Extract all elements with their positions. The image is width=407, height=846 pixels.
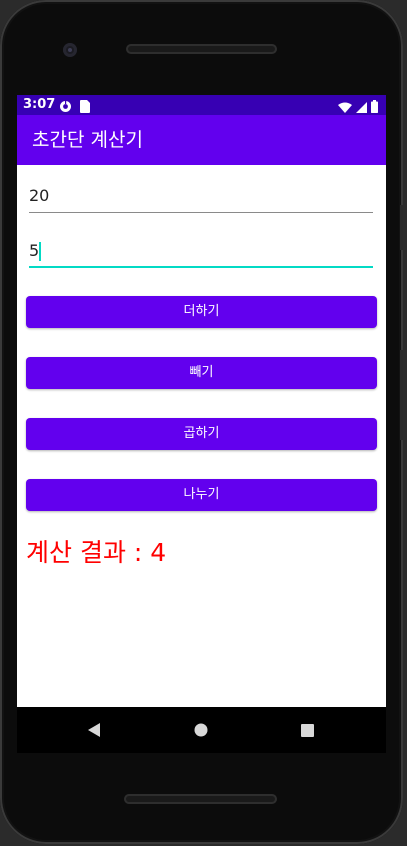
- status-bar: 3:07: [17, 95, 386, 115]
- second-number-input[interactable]: [29, 236, 373, 266]
- navigation-bar: [17, 707, 386, 753]
- front-camera: [63, 43, 77, 57]
- bottom-speaker: [124, 794, 277, 804]
- add-button[interactable]: 더하기: [26, 296, 377, 328]
- volume-button: [400, 350, 403, 440]
- first-number-underline: [29, 212, 373, 213]
- app-screen: 3:07 초간단 계산기 20 5 더하기 빼기 곱하기 나누기 계산 결과:…: [17, 95, 386, 707]
- subtract-button[interactable]: 빼기: [26, 357, 377, 389]
- back-icon[interactable]: [84, 720, 104, 740]
- recents-icon[interactable]: [297, 720, 317, 740]
- app-bar: 초간단 계산기: [17, 115, 386, 165]
- second-number-underline: [29, 266, 373, 268]
- divide-button[interactable]: 나누기: [26, 479, 377, 511]
- power-button: [400, 205, 403, 250]
- status-time: 3:07: [23, 97, 56, 112]
- home-icon[interactable]: [191, 720, 211, 740]
- top-speaker: [126, 44, 277, 54]
- multiply-button[interactable]: 곱하기: [26, 418, 377, 450]
- first-number-field[interactable]: [29, 181, 373, 213]
- phone-frame: 3:07 초간단 계산기 20 5 더하기 빼기 곱하기 나누기 계산 결과:…: [0, 0, 403, 844]
- calculation-result: 계산 결과 : 4: [26, 538, 167, 567]
- first-number-input[interactable]: [29, 181, 373, 211]
- app-title: 초간단 계산기: [32, 129, 143, 151]
- text-cursor: [39, 242, 41, 261]
- second-number-field[interactable]: [29, 236, 373, 268]
